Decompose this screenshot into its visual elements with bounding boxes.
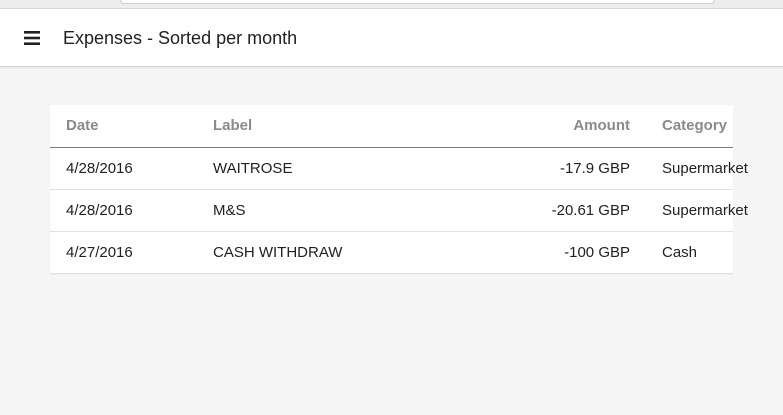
column-header-date[interactable]: Date xyxy=(50,105,213,148)
table-row[interactable]: 4/28/2016 M&S -20.61 GBP Supermarket xyxy=(50,189,748,232)
table-row[interactable]: 4/28/2016 WAITROSE -17.9 GBP Supermarket xyxy=(50,147,748,190)
address-bar[interactable] xyxy=(120,0,715,4)
expenses-table: Date Label Amount Category 4/28/2016 WAI… xyxy=(50,105,748,274)
hamburger-menu-icon xyxy=(24,31,40,45)
date-cell: 4/28/2016 xyxy=(50,147,213,190)
amount-cell: -17.9 GBP xyxy=(472,147,630,190)
page-title: Expenses - Sorted per month xyxy=(63,28,298,48)
date-cell: 4/28/2016 xyxy=(50,189,213,232)
app-bar: Expenses - Sorted per month xyxy=(0,9,783,67)
column-header-amount[interactable]: Amount xyxy=(472,105,630,148)
label-cell: M&S xyxy=(213,189,472,232)
category-cell: Cash xyxy=(630,231,733,274)
table-row[interactable]: 4/27/2016 CASH WITHDRAW -100 GBP Cash xyxy=(50,231,733,274)
expenses-table-card: Date Label Amount Category 4/28/2016 WAI… xyxy=(50,105,748,274)
column-header-category[interactable]: Category xyxy=(630,105,733,148)
menu-button[interactable] xyxy=(22,28,42,48)
date-cell: 4/27/2016 xyxy=(50,231,213,274)
category-cell: Supermarket xyxy=(630,147,748,190)
amount-cell: -100 GBP xyxy=(472,231,630,274)
column-header-label[interactable]: Label xyxy=(213,105,472,148)
table-header-row: Date Label Amount Category xyxy=(50,105,733,148)
amount-cell: -20.61 GBP xyxy=(472,189,630,232)
category-cell: Supermarket xyxy=(630,189,748,232)
label-cell: WAITROSE xyxy=(213,147,472,190)
browser-chrome xyxy=(0,0,783,9)
label-cell: CASH WITHDRAW xyxy=(213,231,472,274)
